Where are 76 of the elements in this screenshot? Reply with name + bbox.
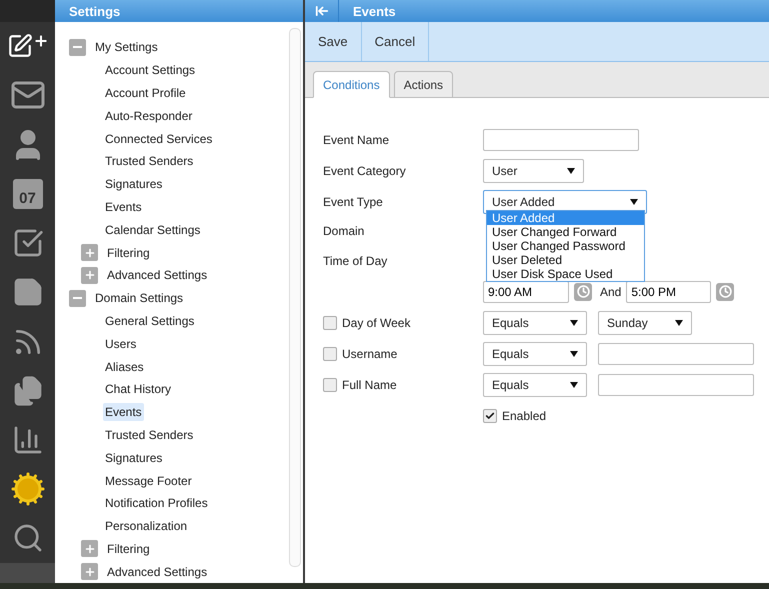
tab[interactable]: Actions	[394, 71, 454, 98]
tree-item[interactable]: General Settings	[103, 312, 196, 330]
tree-item[interactable]: Notification Profiles	[103, 494, 210, 512]
clock-icon[interactable]	[574, 282, 592, 300]
tree-item[interactable]: Connected Services	[103, 130, 214, 148]
tree-item[interactable]: Account Settings	[103, 61, 198, 80]
field-label: Domain	[323, 224, 366, 238]
tree-item[interactable]: Calendar Settings	[103, 220, 202, 239]
tree-item[interactable]: Message Footer	[103, 472, 194, 490]
tree-group[interactable]: My Settings	[93, 38, 160, 56]
scrollbar[interactable]	[289, 28, 301, 567]
joiner-text: And	[600, 284, 622, 298]
input-field[interactable]	[598, 374, 754, 396]
dropdown[interactable]: Sunday	[598, 310, 692, 334]
dropdown[interactable]: User	[483, 158, 584, 182]
field-label: Username	[342, 346, 398, 360]
tree-group[interactable]: Domain Settings	[93, 289, 186, 308]
field-label: Full Name	[342, 378, 397, 392]
field-label: Event Category	[323, 164, 407, 178]
time-field[interactable]: 5:00 PM	[626, 280, 712, 302]
field-label: Event Type	[323, 194, 384, 208]
tree-folder[interactable]: Advanced Settings	[105, 266, 210, 284]
clock-icon[interactable]	[716, 282, 734, 300]
checkbox-icon[interactable]	[12, 227, 44, 260]
checkbox[interactable]	[323, 378, 337, 392]
tree-item[interactable]: Users	[103, 334, 138, 353]
tree-item[interactable]: Auto-Responder	[103, 106, 194, 125]
expand-icon[interactable]	[81, 563, 98, 580]
toolbar-button[interactable]: Cancel	[362, 22, 430, 61]
checkbox[interactable]	[323, 346, 337, 360]
tree-item[interactable]: Signatures	[103, 448, 164, 467]
tree-item[interactable]: Personalization	[103, 517, 190, 536]
field-label: Time of Day	[323, 254, 388, 268]
tab[interactable]: Conditions	[313, 71, 390, 98]
field-label: Day of Week	[342, 316, 410, 330]
tree-folder[interactable]: Filtering	[105, 540, 152, 558]
bar-chart-icon[interactable]	[12, 424, 44, 456]
checkbox-label: Enabled	[502, 408, 546, 422]
dropdown[interactable]: Equals	[483, 372, 587, 396]
collapse-icon[interactable]	[69, 38, 86, 56]
compose-icon[interactable]	[6, 33, 48, 60]
tree-item[interactable]: Signatures	[103, 175, 164, 194]
tree-item[interactable]: Trusted Senders	[103, 426, 196, 444]
app-bar-footer	[0, 563, 55, 584]
tree-item[interactable]: Trusted Senders	[103, 152, 196, 170]
dropdown[interactable]: Equals	[483, 342, 587, 366]
input-field[interactable]	[483, 128, 639, 150]
expand-icon[interactable]	[81, 266, 98, 284]
dropdown[interactable]: Equals	[483, 310, 587, 334]
check-icon	[485, 410, 495, 420]
panel-title: Events	[352, 4, 396, 18]
tree-item[interactable]: Events	[103, 403, 144, 422]
time-field[interactable]: 9:00 AM	[483, 280, 569, 302]
tree-item[interactable]: Account Profile	[103, 84, 188, 102]
calendar-icon[interactable]: 07	[12, 178, 42, 209]
search-icon[interactable]	[12, 522, 44, 554]
expand-icon[interactable]	[81, 244, 98, 262]
app-bar-header	[0, 0, 55, 22]
field-label: Event Name	[323, 132, 390, 146]
tree-item[interactable]: Events	[103, 198, 144, 216]
panel-title: Settings	[68, 4, 120, 18]
files-icon[interactable]	[12, 374, 44, 407]
input-field[interactable]	[598, 342, 754, 364]
dropdown-option[interactable]: User Added	[487, 210, 644, 224]
tree-folder[interactable]: Advanced Settings	[105, 562, 210, 581]
collapse-icon	[314, 4, 328, 18]
checkbox[interactable]	[483, 408, 497, 422]
calendar-day: 07	[19, 188, 36, 209]
tree-folder[interactable]: Filtering	[105, 244, 152, 262]
checkbox[interactable]	[323, 316, 337, 330]
toolbar-button[interactable]: Save	[305, 22, 362, 61]
note-icon[interactable]	[12, 276, 44, 308]
collapse-icon[interactable]	[69, 290, 86, 307]
expand-icon[interactable]	[81, 540, 98, 558]
tree-item[interactable]: Aliases	[103, 358, 146, 376]
tree-item[interactable]: Chat History	[103, 380, 174, 398]
